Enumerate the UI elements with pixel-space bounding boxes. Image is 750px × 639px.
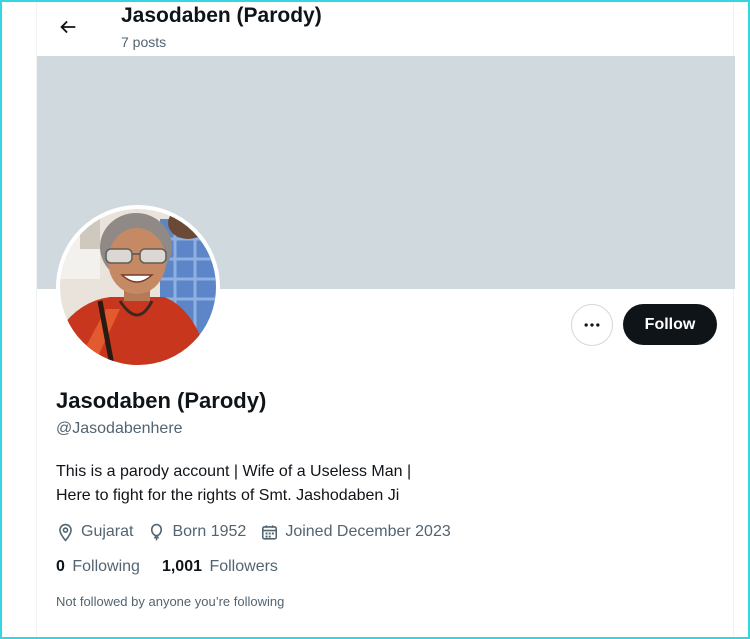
avatar[interactable] [56,205,220,369]
joined-text: Joined December 2023 [285,523,451,540]
profile-column: Jasodaben (Parody) 7 posts Follow Jasoda… [36,2,735,637]
follow-button[interactable]: Follow [623,304,717,345]
born-item: Born 1952 [147,523,246,542]
display-name: Jasodaben (Parody) [56,388,267,413]
header-title: Jasodaben (Parody) [121,4,322,27]
arrow-left-icon [60,20,76,34]
back-button[interactable] [51,10,85,44]
more-horizontal-icon [584,323,600,327]
avatar-photo [60,209,216,365]
joined-item: Joined December 2023 [260,523,451,542]
following-count: 0 [56,558,65,575]
follow-stats: 0 Following 1,001 Followers [56,558,300,576]
user-handle: @Jasodabenhere [56,420,183,437]
bio-line: This is a parody account | Wife of a Use… [56,463,412,480]
followers-link[interactable]: 1,001 Followers [162,558,278,576]
posts-count: 7 posts [121,34,167,50]
location-text: Gujarat [81,523,134,540]
balloon-icon [151,523,163,540]
followers-label: Followers [209,558,278,575]
profile-meta: Gujarat Born 1952 Joined December 2023 [56,520,465,544]
bio: This is a parody account | Wife of a Use… [56,460,616,508]
followers-count: 1,001 [161,558,202,575]
profile-header: Jasodaben (Parody) 7 posts [37,2,735,56]
screenshot-frame: Jasodaben (Parody) 7 posts Follow Jasoda… [0,0,750,639]
location-pin-icon [59,523,72,542]
calendar-icon [262,524,278,540]
location-item: Gujarat [56,523,133,542]
born-text: Born 1952 [172,523,247,540]
followed-by-note: Not followed by anyone you’re following [56,594,285,609]
following-link[interactable]: 0 Following [56,558,140,576]
bio-line: Here to fight for the rights of Smt. Jas… [56,487,400,504]
more-options-button[interactable] [571,304,613,346]
following-label: Following [72,558,140,575]
